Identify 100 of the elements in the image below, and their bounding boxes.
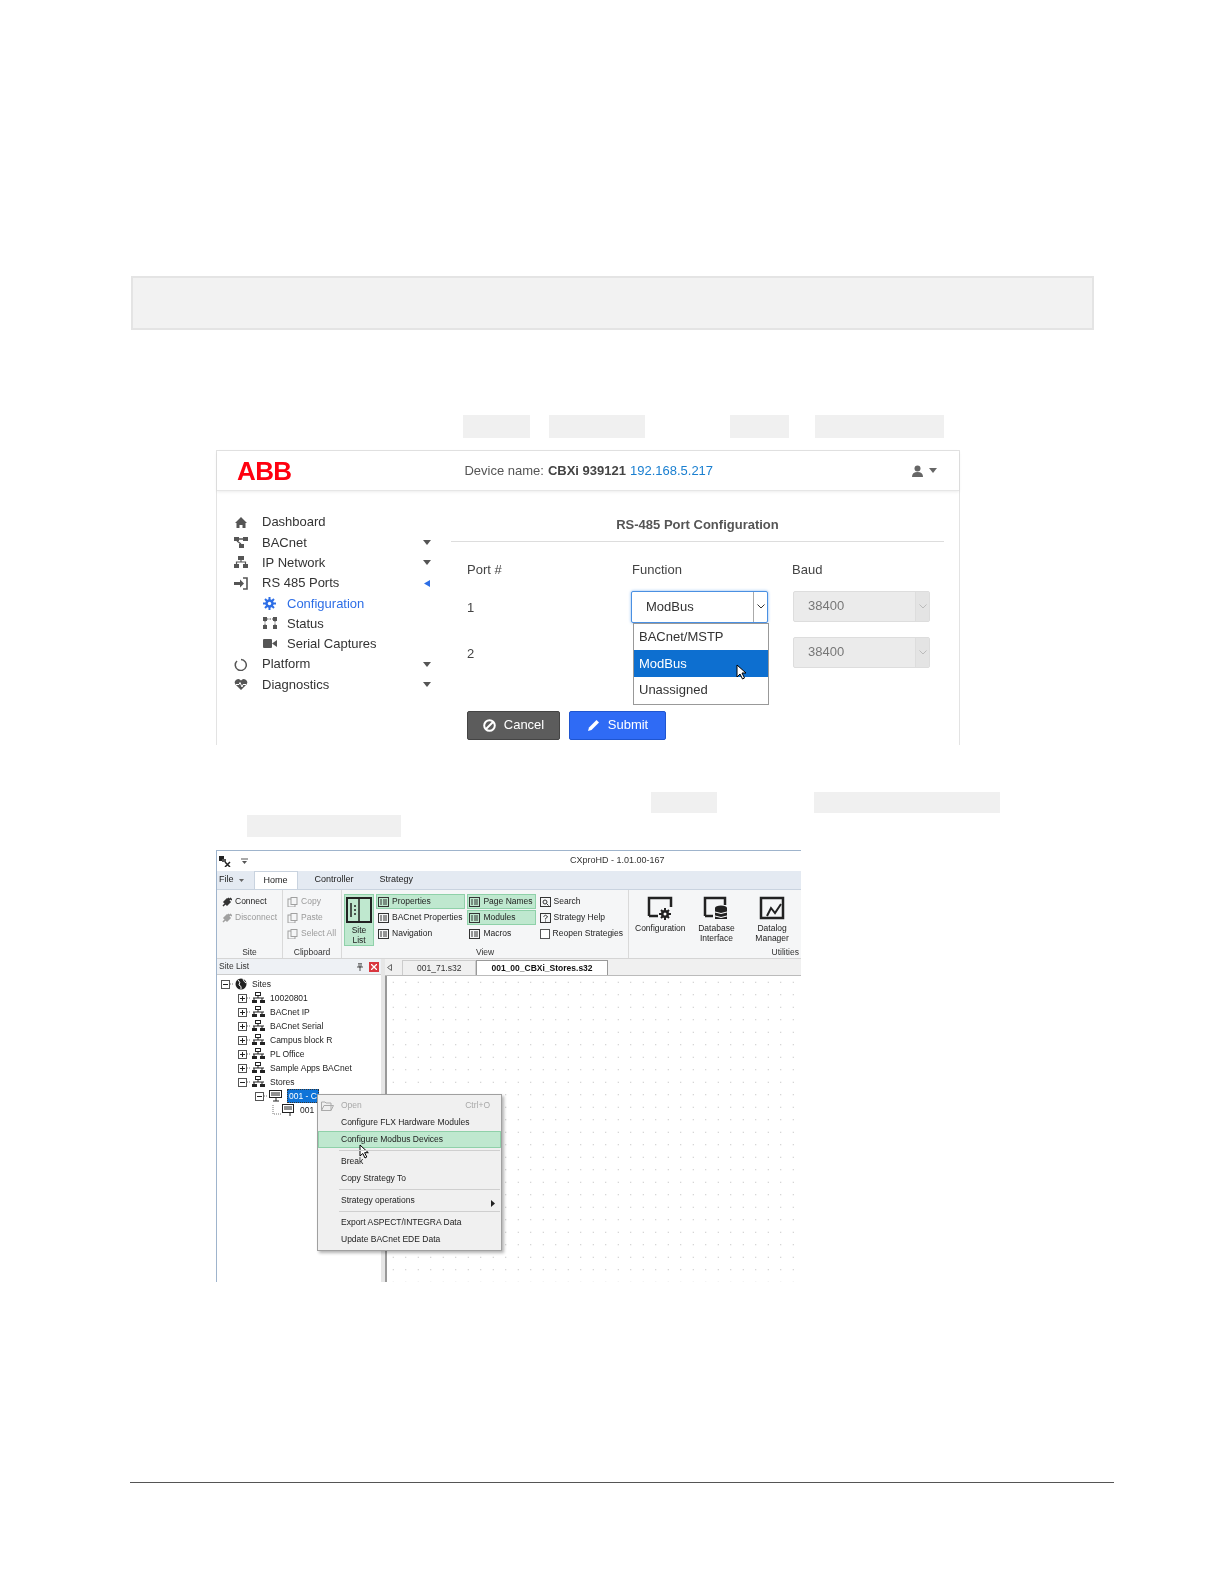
panel-icon <box>378 928 390 939</box>
plug-icon <box>221 912 232 923</box>
globe-icon <box>235 978 247 990</box>
nav-subitem[interactable]: Configuration <box>287 593 365 614</box>
ribbon-button[interactable]: Database Interface <box>689 894 744 946</box>
nodes-icon <box>263 617 277 631</box>
ribbon-button[interactable]: Strategy Help <box>537 910 626 925</box>
ribbon-button[interactable]: Search <box>537 894 626 909</box>
network-icon <box>252 1034 265 1046</box>
menu-tab[interactable]: Controller <box>301 871 367 889</box>
window-chart-icon <box>759 896 786 922</box>
checkbox-option[interactable]: Reopen Strategies <box>537 926 626 941</box>
nav-item[interactable]: BACnet <box>262 532 307 553</box>
ribbon-group-label: Clipboard <box>292 946 332 958</box>
ribbon-button[interactable]: Navigation <box>376 926 466 941</box>
tree-item[interactable]: 001 - C <box>287 1088 319 1104</box>
network-icon <box>252 1076 265 1088</box>
pencil-icon <box>586 718 600 732</box>
tree-item[interactable]: Sample Apps BACnet <box>269 1061 353 1075</box>
tree-item[interactable]: Sites <box>251 977 272 991</box>
close-button[interactable] <box>369 961 379 972</box>
chevron-down-icon <box>756 604 765 609</box>
ribbon-button[interactable]: Configuration <box>633 894 688 946</box>
ribbon-button[interactable]: Datalog Manager <box>745 894 799 946</box>
computer-icon <box>269 1090 283 1102</box>
ring-icon <box>234 657 248 671</box>
menu-tab[interactable]: Home <box>253 871 298 889</box>
nav-subitem[interactable]: Status <box>287 613 324 634</box>
network-icon <box>252 1062 265 1074</box>
menu-tab[interactable]: File <box>217 871 250 889</box>
port-number: 1 <box>467 599 475 615</box>
ban-icon <box>482 718 496 732</box>
panel-icon <box>378 896 390 907</box>
tree-item[interactable]: Stores <box>269 1075 296 1089</box>
dropdown-option[interactable]: ModBus <box>634 650 768 677</box>
submit-button[interactable]: Submit <box>569 710 666 740</box>
caret-icon <box>929 468 937 473</box>
menu-item[interactable]: Copy Strategy To <box>318 1170 501 1187</box>
tree-item[interactable]: 10020801 <box>269 991 309 1005</box>
shortcut-label: Ctrl+O <box>465 1099 491 1112</box>
ribbon-button[interactable]: Connect <box>219 894 281 909</box>
nav-item[interactable]: Dashboard <box>262 512 326 532</box>
ribbon-button[interactable]: Properties <box>376 894 466 909</box>
home-icon <box>234 515 248 529</box>
window-gear-icon <box>647 896 674 922</box>
checkbox-icon <box>539 928 550 939</box>
baud-select[interactable]: 38400 <box>793 636 930 668</box>
tree-item[interactable]: 001 <box>299 1103 316 1117</box>
nav-item[interactable]: RS 485 Ports <box>262 573 340 593</box>
menu-item[interactable]: Configure FLX Hardware Modules <box>318 1114 501 1131</box>
scroll-left-icon <box>387 964 392 971</box>
document-icon <box>287 912 299 923</box>
port-number: 2 <box>467 645 475 661</box>
tree-item[interactable]: PL Office <box>269 1047 306 1061</box>
ribbon-button[interactable]: Site List <box>344 894 375 946</box>
dropdown-option[interactable]: BACnet/MSTP <box>634 623 768 651</box>
caret-icon <box>238 878 244 882</box>
column-header: Baud <box>792 560 824 579</box>
document-tab[interactable]: 001_00_CBXi_Stores.s32 <box>476 960 608 975</box>
document-icon <box>287 928 299 939</box>
app-icon <box>219 855 231 867</box>
chevron-down-icon <box>918 649 927 655</box>
gear-icon <box>263 596 277 610</box>
network-icon <box>234 556 248 570</box>
column-header: Port # <box>466 560 503 579</box>
document-icon <box>287 896 299 907</box>
submenu-arrow-icon <box>491 1199 495 1207</box>
monitor-icon <box>282 1104 295 1116</box>
menu-item[interactable]: Update BACnet EDE Data <box>318 1231 501 1248</box>
ribbon-button[interactable]: Macros <box>467 926 536 941</box>
ribbon-button[interactable]: Modules <box>467 910 536 925</box>
help-icon <box>539 912 551 923</box>
menu-tab[interactable]: Strategy <box>366 871 427 889</box>
network-icon <box>252 1006 265 1018</box>
pin-icon <box>357 962 363 971</box>
tree-item[interactable]: BACnet IP <box>269 1005 311 1019</box>
document-tab[interactable]: 001_71.s32 <box>402 960 477 975</box>
tree-item[interactable]: BACnet Serial <box>269 1019 325 1033</box>
device-name: CBXi 939121 <box>547 461 626 480</box>
folder-icon <box>321 1100 334 1111</box>
nav-item[interactable]: Diagnostics <box>262 674 330 695</box>
sign-in-icon <box>234 576 248 590</box>
nav-item[interactable]: Platform <box>262 654 311 674</box>
network-icon <box>252 1048 265 1060</box>
panel-icon <box>469 896 481 907</box>
column-header: Function <box>631 560 683 579</box>
network-icon <box>234 535 248 549</box>
cancel-button[interactable]: Cancel <box>467 710 560 740</box>
abb-logo: ABB <box>237 457 292 484</box>
user-menu[interactable] <box>912 464 937 477</box>
ribbon-button[interactable]: BACnet Properties <box>376 910 466 925</box>
tree-item[interactable]: Campus block R <box>269 1033 334 1047</box>
panel-icon <box>346 897 373 923</box>
dropdown-option[interactable]: Unassigned <box>634 676 768 704</box>
ribbon-button[interactable]: Page Names <box>467 894 536 909</box>
network-icon <box>252 1020 265 1032</box>
function-select[interactable]: ModBus <box>631 590 768 623</box>
nav-subitem[interactable]: Serial Captures <box>287 634 377 654</box>
baud-select[interactable]: 38400 <box>793 590 930 622</box>
nav-item[interactable]: IP Network <box>262 553 326 573</box>
